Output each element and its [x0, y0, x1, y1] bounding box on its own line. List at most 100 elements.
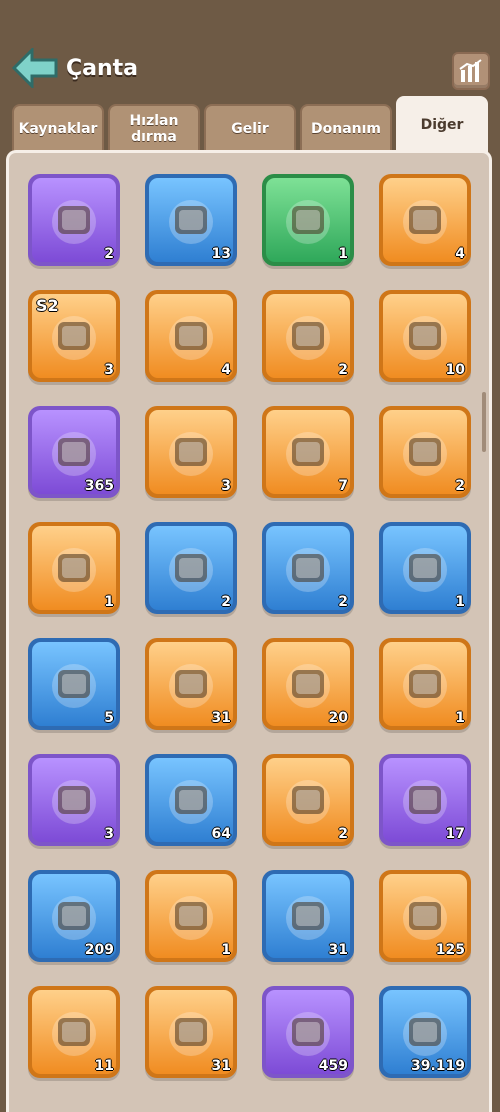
inventory-slot[interactable]: S2 3: [28, 290, 120, 382]
back-button[interactable]: [11, 46, 58, 90]
inventory-slot[interactable]: 3: [145, 406, 237, 498]
inventory-slot[interactable]: 1: [28, 522, 120, 614]
purple-ticket-icon: [159, 420, 223, 484]
blue-chest-icon: [159, 304, 223, 368]
item-count: 31: [328, 942, 348, 958]
item-count: 2: [104, 246, 114, 262]
item-count: 2: [455, 478, 465, 494]
inventory-slot[interactable]: 2: [145, 522, 237, 614]
inventory-slot[interactable]: 5: [28, 638, 120, 730]
item-count: 2: [221, 594, 231, 610]
tab-kaynaklar[interactable]: Kaynaklar: [12, 104, 104, 152]
firework-rocket-icon: [159, 652, 223, 716]
inventory-slot[interactable]: 1: [379, 638, 471, 730]
tab-hizlandirma[interactable]: Hızlan dırma: [108, 104, 200, 152]
item-count: 3: [221, 478, 231, 494]
item-count: 1: [338, 246, 348, 262]
inventory-slot[interactable]: 39.119: [379, 986, 471, 1078]
inventory-slot[interactable]: 209: [28, 870, 120, 962]
tab-gelir[interactable]: Gelir: [204, 104, 296, 152]
item-count: 39.119: [410, 1058, 465, 1074]
inventory-slot[interactable]: 11: [28, 986, 120, 1078]
inventory-slot[interactable]: 3: [28, 754, 120, 846]
item-count: 17: [445, 826, 465, 842]
inventory-slot[interactable]: 2: [262, 522, 354, 614]
top-bar: Çanta: [0, 0, 500, 96]
item-count: 13: [211, 246, 231, 262]
inventory-slot[interactable]: 4: [379, 174, 471, 266]
item-count: 7: [338, 478, 348, 494]
item-count: 4: [221, 362, 231, 378]
exchange-ticket-icon: [276, 420, 340, 484]
item-count: 5: [104, 710, 114, 726]
blue-cloth-icon: [393, 1000, 457, 1064]
inventory-slot[interactable]: 10: [379, 290, 471, 382]
bar-chart-icon: [459, 59, 482, 82]
green-vial-icon: [393, 768, 457, 832]
scrollbar[interactable]: [482, 392, 486, 452]
inventory-slot[interactable]: 2: [28, 174, 120, 266]
inventory-slot[interactable]: 17: [379, 754, 471, 846]
inventory-slot[interactable]: 31: [145, 986, 237, 1078]
item-count: 3: [104, 362, 114, 378]
tab-bar: Kaynaklar Hızlan dırma Gelir Donanım Diğ…: [12, 96, 488, 152]
crown-ticket-icon: [276, 652, 340, 716]
season-badge: S2: [36, 296, 59, 315]
fishing-lure-icon: [276, 536, 340, 600]
inventory-slot[interactable]: 31: [262, 870, 354, 962]
item-count: 459: [318, 1058, 348, 1074]
tab-donanim[interactable]: Donanım: [300, 104, 392, 152]
diamond-scroll-icon: [393, 884, 457, 948]
seashell-icon: [42, 536, 106, 600]
silver-ore-icon: [276, 884, 340, 948]
inventory-slot[interactable]: 125: [379, 870, 471, 962]
inventory-slot[interactable]: 31: [145, 638, 237, 730]
item-count: 1: [221, 942, 231, 958]
gun-ticket-icon: [393, 652, 457, 716]
item-count: 11: [94, 1058, 114, 1074]
fishing-rod-icon: [393, 536, 457, 600]
stone-arrowhead-icon: [159, 768, 223, 832]
inventory-slot[interactable]: 7: [262, 406, 354, 498]
item-count: 1: [455, 594, 465, 610]
banner-plot-icon: [159, 188, 223, 252]
inventory-slot[interactable]: 1: [145, 870, 237, 962]
inventory-slot[interactable]: 2: [262, 754, 354, 846]
id-card-icon: [42, 768, 106, 832]
item-count: 10: [445, 362, 465, 378]
gem-book-icon: [42, 1000, 106, 1064]
tab-diger[interactable]: Diğer: [396, 96, 488, 152]
map-scrolls-icon: [159, 1000, 223, 1064]
inventory-slot[interactable]: 4: [145, 290, 237, 382]
paw-book-icon: [42, 884, 106, 948]
item-count: 31: [211, 710, 231, 726]
item-count: 31: [211, 1058, 231, 1074]
mystery-plot-icon: [276, 188, 340, 252]
page-title: Çanta: [66, 56, 139, 81]
inventory-slot[interactable]: 20: [262, 638, 354, 730]
item-count: 2: [338, 594, 348, 610]
stats-button[interactable]: [452, 52, 490, 90]
inventory-slot[interactable]: 2: [262, 290, 354, 382]
inventory-slot[interactable]: 2: [379, 406, 471, 498]
item-count: 1: [455, 710, 465, 726]
item-count: 3: [104, 826, 114, 842]
item-count: 209: [84, 942, 114, 958]
item-count: 1: [104, 594, 114, 610]
item-count: 2: [338, 362, 348, 378]
inventory-slot[interactable]: 13: [145, 174, 237, 266]
inventory-slot[interactable]: 365: [28, 406, 120, 498]
item-count: 20: [328, 710, 348, 726]
red-chest-icon: [276, 304, 340, 368]
treasure-pile-icon: [393, 188, 457, 252]
item-count: 365: [84, 478, 114, 494]
back-arrow-icon: [11, 46, 58, 90]
inventory-slot[interactable]: 1: [262, 174, 354, 266]
inventory-slot[interactable]: 459: [262, 986, 354, 1078]
fish-plaque-icon: [393, 420, 457, 484]
golden-key-icon: [393, 304, 457, 368]
inventory-slot[interactable]: 1: [379, 522, 471, 614]
item-count: 64: [211, 826, 231, 842]
item-count: 125: [435, 942, 465, 958]
inventory-slot[interactable]: 64: [145, 754, 237, 846]
